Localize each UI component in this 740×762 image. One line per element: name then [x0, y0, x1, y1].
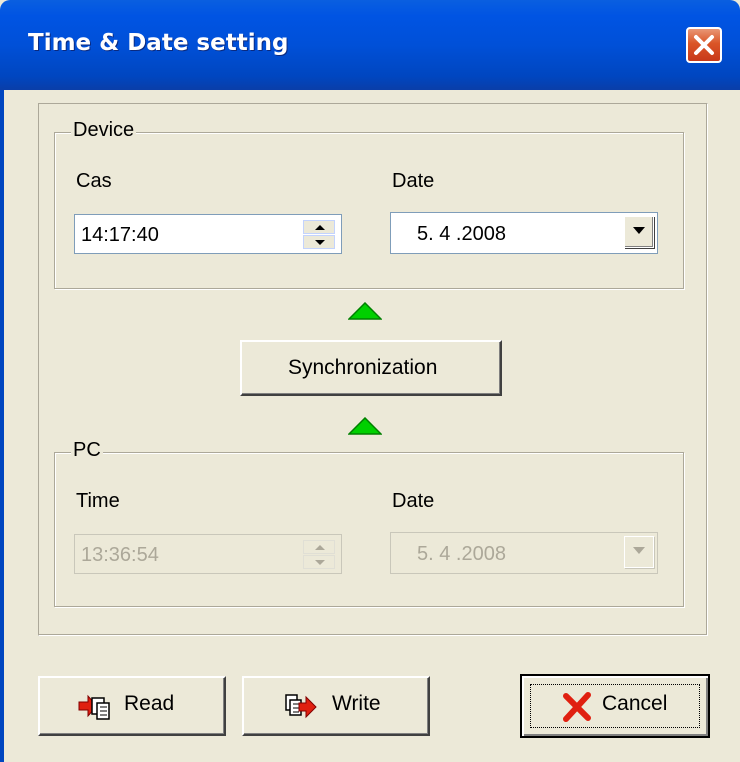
window-border: [0, 90, 4, 762]
write-button[interactable]: Write: [242, 676, 430, 736]
device-date-label: Date: [392, 170, 435, 192]
pc-date-label: Date: [392, 490, 435, 512]
device-group-label: Device: [71, 119, 137, 142]
cancel-x-icon: [563, 692, 591, 722]
spin-down-button: [303, 555, 335, 569]
pc-group: PC: [54, 439, 684, 607]
cancel-button[interactable]: Cancel: [520, 674, 710, 738]
title-bar[interactable]: Time & Date setting: [0, 0, 740, 90]
device-time-input[interactable]: 14:17:40: [74, 214, 342, 254]
device-time-label: Cas: [76, 170, 112, 192]
pc-time-input: 13:36:54: [74, 534, 342, 574]
dropdown-arrow-icon: [633, 227, 645, 234]
synchronization-button[interactable]: Synchronization: [240, 340, 502, 396]
spin-up-button: [303, 540, 335, 554]
dropdown-arrow-icon: [633, 547, 645, 554]
dialog-window: Time & Date setting Device Cas Date 14:1…: [0, 0, 740, 762]
spin-up-button[interactable]: [303, 220, 335, 234]
pc-date-picker: 5. 4 .2008: [390, 532, 658, 574]
spin-up-icon: [315, 225, 325, 230]
write-icon: [285, 694, 317, 719]
device-date-dropdown-button[interactable]: [624, 216, 654, 248]
read-button-label: Read: [124, 692, 175, 715]
synchronization-button-label: Synchronization: [288, 356, 438, 379]
device-group: Device: [54, 119, 684, 289]
pc-group-label: PC: [71, 439, 103, 462]
spin-down-icon: [315, 240, 325, 245]
write-button-label: Write: [332, 692, 381, 715]
read-button[interactable]: Read: [38, 676, 226, 736]
device-time-value: 14:17:40: [81, 224, 159, 246]
window-title: Time & Date setting: [28, 30, 289, 56]
sync-up-arrow-icon: [348, 417, 382, 435]
pc-time-spinner: [303, 540, 335, 570]
spin-up-icon: [315, 545, 325, 550]
pc-date-value: 5. 4 .2008: [417, 543, 506, 565]
read-icon: [78, 694, 110, 720]
pc-time-value: 13:36:54: [81, 544, 159, 566]
cancel-button-label: Cancel: [602, 692, 668, 715]
pc-date-dropdown-button: [624, 536, 654, 568]
device-date-value: 5. 4 .2008: [417, 223, 506, 245]
pc-time-label: Time: [76, 490, 120, 512]
device-time-spinner[interactable]: [303, 220, 335, 250]
sync-up-arrow-icon: [348, 302, 382, 320]
device-date-picker[interactable]: 5. 4 .2008: [390, 212, 658, 254]
spin-down-icon: [315, 560, 325, 565]
spin-down-button[interactable]: [303, 235, 335, 249]
close-button[interactable]: [686, 27, 722, 63]
close-icon: [694, 35, 714, 55]
